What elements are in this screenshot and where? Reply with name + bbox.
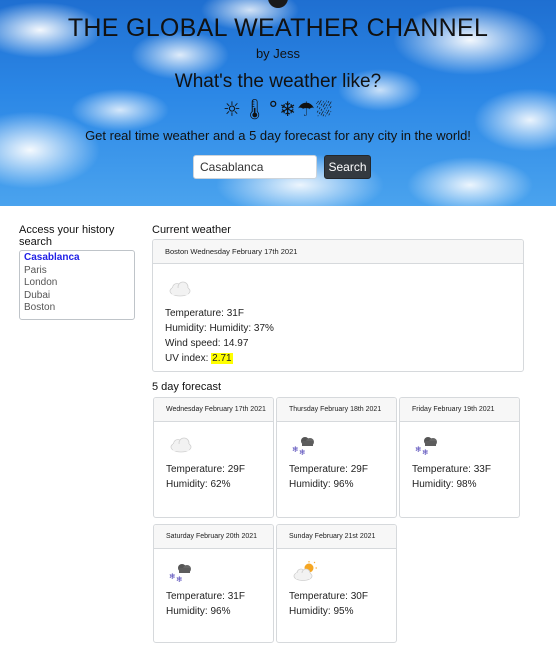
forecast-card: Saturday February 20th 2021 ❄ ❄ Temperat…	[153, 524, 274, 643]
history-item[interactable]: Paris	[20, 265, 134, 278]
forecast-temperature: Temperature: 29F	[289, 464, 368, 475]
current-weather-card: Boston Wednesday February 17th 2021 Temp…	[152, 239, 524, 372]
hero-subtitle: Get real time weather and a 5 day foreca…	[85, 128, 471, 143]
forecast-date: Sunday February 21st 2021	[277, 525, 396, 549]
forecast-humidity: Humidity: 95%	[289, 606, 354, 617]
history-item[interactable]: Dubai	[20, 290, 134, 303]
current-temperature: Temperature: 31F	[165, 308, 244, 319]
svg-text:❄: ❄	[422, 448, 429, 456]
current-wind: Wind speed: 14.97	[165, 338, 249, 349]
hero-question: What's the weather like?	[174, 71, 382, 92]
forecast-card: Wednesday February 17th 2021 Temperature…	[153, 397, 274, 518]
weather-emoji-row: ☼🌡°❄☂⛆	[222, 97, 333, 121]
svg-text:❄: ❄	[299, 448, 306, 456]
current-uv: UV index: 2.71	[165, 353, 233, 364]
history-item[interactable]: Casablanca	[20, 252, 134, 265]
svg-text:❄: ❄	[176, 575, 183, 583]
cloud-icon	[169, 281, 191, 297]
svg-text:❄: ❄	[415, 445, 422, 454]
current-weather-label: Current weather	[152, 224, 231, 236]
snow-cloud-icon: ❄ ❄	[169, 564, 191, 583]
forecast-date: Wednesday February 17th 2021	[154, 398, 273, 422]
svg-text:❄: ❄	[292, 445, 299, 454]
snow-cloud-icon: ❄ ❄	[292, 437, 314, 456]
page-title: THE GLOBAL WEATHER CHANNEL	[67, 14, 489, 42]
forecast-date: Thursday February 18th 2021	[277, 398, 396, 422]
svg-text:❄: ❄	[169, 572, 176, 581]
history-list: Casablanca Paris London Dubai Boston	[19, 250, 135, 320]
forecast-date: Friday February 19th 2021	[400, 398, 519, 422]
history-item[interactable]: Boston	[20, 302, 134, 315]
forecast-humidity: Humidity: 96%	[166, 606, 231, 617]
forecast-card: Sunday February 21st 2021 Temperature: 3…	[276, 524, 397, 643]
forecast-humidity: Humidity: 96%	[289, 479, 354, 490]
snow-cloud-icon: ❄ ❄	[415, 437, 437, 456]
search-button[interactable]: Search	[324, 155, 371, 179]
uv-label: UV index:	[165, 353, 209, 364]
current-weather-header: Boston Wednesday February 17th 2021	[153, 240, 523, 264]
forecast-card: Friday February 19th 2021 ❄ ❄ Temperatur…	[399, 397, 520, 518]
forecast-card: Thursday February 18th 2021 ❄ ❄ Temperat…	[276, 397, 397, 518]
uv-value: 2.71	[211, 353, 233, 364]
logo-icon	[268, 0, 288, 8]
hero-banner: THE GLOBAL WEATHER CHANNEL by Jess What'…	[0, 0, 556, 206]
current-humidity: Humidity: Humidity: 37%	[165, 323, 274, 334]
forecast-label: 5 day forecast	[152, 381, 222, 393]
forecast-temperature: Temperature: 30F	[289, 591, 368, 602]
forecast-humidity: Humidity: 98%	[412, 479, 477, 490]
forecast-temperature: Temperature: 29F	[166, 464, 245, 475]
byline: by Jess	[255, 46, 301, 61]
history-title: Access your history search	[19, 224, 115, 248]
forecast-humidity: Humidity: 62%	[166, 479, 231, 490]
sun-cloud-icon	[293, 561, 317, 581]
forecast-temperature: Temperature: 31F	[166, 591, 245, 602]
history-item[interactable]: London	[20, 277, 134, 290]
forecast-date: Saturday February 20th 2021	[154, 525, 273, 549]
city-search-input[interactable]	[193, 155, 317, 179]
cloud-icon	[170, 437, 192, 453]
forecast-temperature: Temperature: 33F	[412, 464, 491, 475]
